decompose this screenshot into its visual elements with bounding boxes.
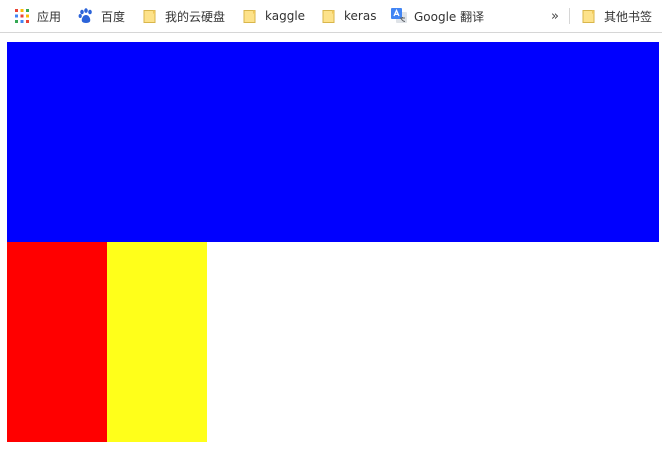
google-translate-icon — [391, 8, 407, 24]
yellow-block — [107, 242, 207, 442]
bookmark-folder-keras[interactable]: keras — [321, 6, 376, 26]
apps-grid-icon — [14, 8, 30, 24]
bookmark-baidu[interactable]: 百度 — [78, 6, 125, 26]
bookmark-label: kaggle — [265, 9, 306, 23]
bookmark-label: 我的云硬盘 — [165, 9, 226, 24]
bookmark-apps[interactable]: 应用 — [14, 6, 61, 26]
bookmarks-overflow-chevron-icon[interactable]: » — [548, 6, 562, 26]
bookmark-other-bookmarks[interactable]: 其他书签 — [581, 6, 652, 26]
folder-icon — [242, 8, 258, 24]
folder-icon — [142, 8, 158, 24]
folder-icon — [581, 8, 597, 24]
bookmark-label: keras — [344, 9, 377, 23]
bookmark-folder-cloud-drive[interactable]: 我的云硬盘 — [142, 6, 225, 26]
bookmarks-bar: 应用 百度 我的云硬盘 kaggle keras Google 翻译 » 其他书… — [0, 0, 662, 33]
bookmark-label: 其他书签 — [604, 9, 653, 24]
bookmark-label: 应用 — [37, 9, 62, 24]
bookmark-folder-kaggle[interactable]: kaggle — [242, 6, 305, 26]
folder-icon — [321, 8, 337, 24]
baidu-paw-icon — [78, 8, 94, 24]
bookmark-label: 百度 — [101, 9, 126, 24]
red-block — [7, 242, 107, 442]
bookmark-google-translate[interactable]: Google 翻译 — [391, 6, 484, 26]
bookmarks-separator — [569, 8, 570, 24]
bookmark-label: Google 翻译 — [414, 9, 485, 24]
blue-block — [7, 42, 659, 242]
